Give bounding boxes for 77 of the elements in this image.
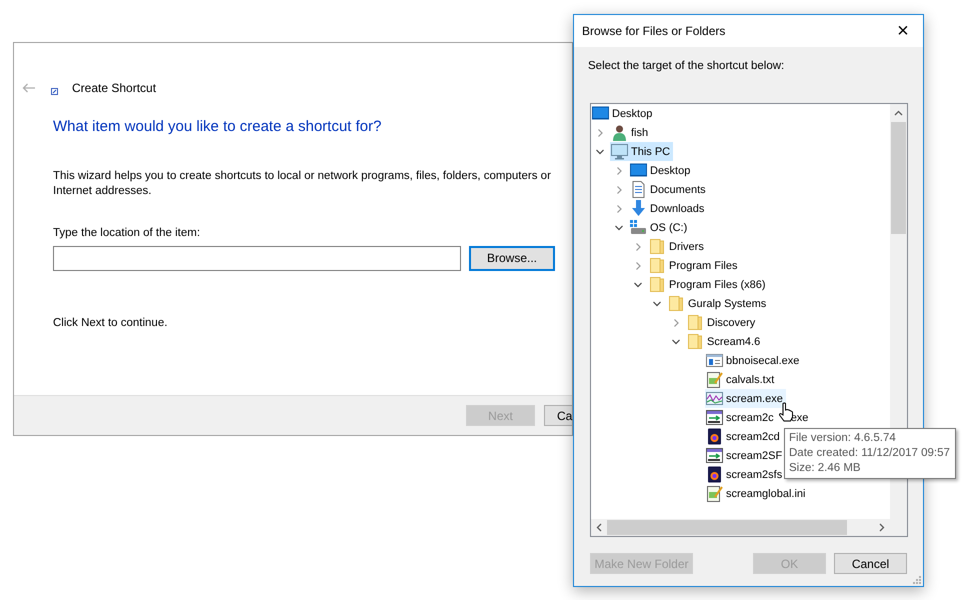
close-button[interactable]: × <box>883 15 923 47</box>
chevron-right-icon[interactable] <box>672 318 680 327</box>
file-item[interactable]: calvals.txt <box>705 370 778 390</box>
computer-icon <box>611 143 628 160</box>
tooltip-line: File version: 4.6.5.74 <box>789 431 897 446</box>
file-item[interactable]: screamglobal.ini <box>705 484 808 504</box>
converter-window-icon <box>706 409 723 426</box>
chevron-right-icon[interactable] <box>634 262 642 270</box>
chevron-right-icon[interactable] <box>615 204 623 213</box>
folder-item[interactable]: Desktop <box>591 104 656 124</box>
monitor-icon <box>592 105 609 122</box>
back-arrow-icon[interactable] <box>22 83 36 93</box>
chevron-right-icon[interactable] <box>634 242 642 251</box>
file-item[interactable]: scream.exe <box>705 389 786 408</box>
folder-icon <box>649 257 666 274</box>
down-arrow-icon <box>630 200 647 218</box>
scroll-right-icon[interactable] <box>879 523 885 532</box>
chevron-down-icon[interactable] <box>672 338 680 346</box>
wizard-heading: What item would you like to create a shortcut for? <box>53 117 382 137</box>
monitor-icon <box>630 162 647 180</box>
person-icon <box>611 124 628 142</box>
window-icon <box>706 352 723 370</box>
chevron-right-icon[interactable] <box>615 166 623 175</box>
chevron-right-icon[interactable] <box>596 128 604 137</box>
folder-item[interactable]: Program Files (x86) <box>648 275 769 294</box>
folder-item[interactable]: Discovery <box>686 313 758 332</box>
chevron-down-icon[interactable] <box>615 224 623 232</box>
location-field[interactable] <box>53 246 461 271</box>
folder-item[interactable]: OS (C:) <box>629 218 690 238</box>
notepad-icon <box>706 485 723 502</box>
file-item[interactable]: scream2SF <box>705 446 786 466</box>
file-item[interactable]: scream2sfs <box>705 465 786 484</box>
location-label: Type the location of the item: <box>53 226 202 240</box>
folder-item[interactable]: This PC <box>610 142 674 162</box>
converter-window-icon <box>706 447 723 464</box>
folder-icon <box>649 238 666 256</box>
cancel-button[interactable]: Cancel <box>834 553 907 574</box>
folder-item[interactable]: Drivers <box>648 237 707 256</box>
scroll-thumb[interactable] <box>891 122 906 234</box>
folder-item[interactable]: Scream4.6 <box>686 332 764 352</box>
folder-icon <box>687 333 704 350</box>
dialog-instruction: Select the target of the shortcut below: <box>588 59 786 74</box>
scroll-up-icon[interactable] <box>894 110 903 116</box>
scroll-thumb[interactable] <box>607 520 847 536</box>
chevron-down-icon[interactable] <box>653 300 661 308</box>
wizard-description: This wizard helps you to create shortcuts to local or network programs, files, folders, computers or Internet addresses. <box>53 168 552 198</box>
wizard-title: Create Shortcut <box>72 80 156 97</box>
folder-item[interactable]: Guralp Systems <box>667 294 770 314</box>
folder-icon <box>687 314 704 332</box>
horizontal-scrollbar[interactable] <box>591 519 890 536</box>
browse-button[interactable]: Browse... <box>469 246 555 271</box>
chevron-right-icon[interactable] <box>615 186 623 194</box>
file-item[interactable]: scream2cd <box>705 427 783 446</box>
shortcut-icon <box>51 88 58 94</box>
tooltip-line: Size: 2.46 MB <box>789 461 862 476</box>
notepad-icon <box>706 371 723 388</box>
drive-icon <box>630 219 647 236</box>
scroll-left-icon[interactable] <box>596 523 602 532</box>
cancel-button[interactable]: Ca <box>544 405 572 426</box>
chevron-down-icon[interactable] <box>596 148 604 156</box>
folder-item[interactable]: Program Files <box>648 256 740 276</box>
chart-window-icon <box>706 390 723 408</box>
document-icon <box>630 181 647 198</box>
tooltip-line: Date created: 11/12/2017 09:57 <box>789 446 951 461</box>
continue-hint: Click Next to continue. <box>53 316 168 331</box>
file-item[interactable]: bbnoisecal.exe <box>705 351 802 370</box>
folder-item[interactable]: Downloads <box>629 199 708 218</box>
folder-icon <box>649 276 666 294</box>
media-file-icon <box>706 466 723 484</box>
dialog-title: Browse for Files or Folders <box>582 23 726 40</box>
folder-item[interactable]: Documents <box>629 180 709 200</box>
folder-item[interactable]: fish <box>610 123 652 142</box>
folder-icon <box>668 295 685 312</box>
media-file-icon <box>706 428 723 446</box>
chevron-down-icon[interactable] <box>634 280 642 289</box>
resize-grip-icon[interactable] <box>913 576 921 584</box>
folder-item[interactable]: Desktop <box>629 161 694 180</box>
